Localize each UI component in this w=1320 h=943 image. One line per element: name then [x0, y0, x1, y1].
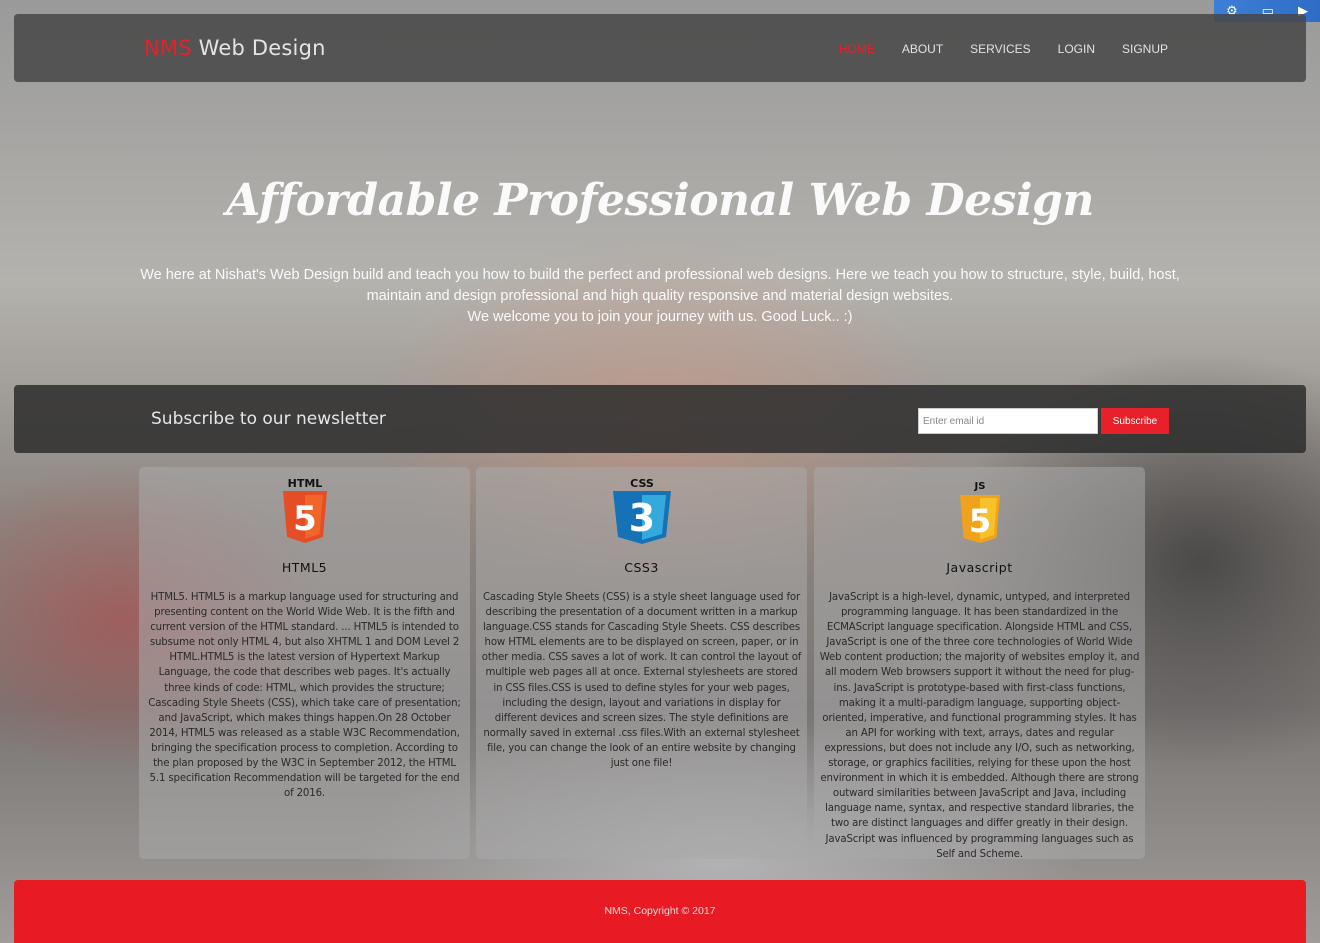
- card-title: Javascript: [946, 560, 1013, 575]
- card-html5: HTML 5 HTML5 HTML5. HTML5 is a markup la…: [139, 467, 470, 859]
- newsletter-label: Subscribe to our newsletter: [151, 409, 386, 429]
- svg-text:3: 3: [628, 496, 654, 540]
- hero-line-1: We here at Nishat's Web Design build and…: [140, 267, 1180, 304]
- js-shield-icon: JS 5: [957, 475, 1003, 549]
- card-css3: CSS 3 CSS3 Cascading Style Sheets (CSS) …: [476, 467, 807, 859]
- svg-text:CSS: CSS: [630, 477, 654, 490]
- card-title: CSS3: [624, 560, 659, 575]
- card-javascript: JS 5 Javascript JavaScript is a high-lev…: [814, 467, 1145, 860]
- svg-text:5: 5: [968, 502, 990, 540]
- css3-shield-icon: CSS 3: [610, 475, 674, 549]
- copyright-text: NMS, Copyright © 2017: [604, 905, 716, 917]
- card-text: Cascading Style Sheets (CSS) is a style …: [481, 592, 802, 770]
- top-navbar: NMS Web Design HOME ABOUT SERVICES LOGIN…: [14, 14, 1306, 82]
- brand-accent: NMS: [144, 36, 192, 60]
- brand-name: Web Design: [198, 36, 326, 60]
- hero-description: We here at Nishat's Web Design build and…: [130, 265, 1190, 328]
- brand-logo[interactable]: NMS Web Design: [144, 36, 326, 60]
- main-nav: HOME ABOUT SERVICES LOGIN SIGNUP: [812, 42, 1168, 56]
- nav-signup[interactable]: SIGNUP: [1122, 42, 1168, 56]
- email-input[interactable]: [918, 408, 1098, 434]
- subscribe-button[interactable]: Subscribe: [1101, 408, 1169, 434]
- svg-text:HTML: HTML: [287, 477, 322, 490]
- svg-text:JS: JS: [973, 481, 985, 492]
- nav-login[interactable]: LOGIN: [1058, 42, 1095, 56]
- card-text: HTML5. HTML5 is a markup language used f…: [148, 592, 461, 800]
- hero-title: Affordable Professional Web Design: [226, 175, 1094, 226]
- hero-line-2: We welcome you to join your journey with…: [467, 309, 853, 325]
- card-text: JavaScript is a high-level, dynamic, unt…: [819, 592, 1140, 860]
- nav-services[interactable]: SERVICES: [970, 42, 1030, 56]
- card-title: HTML5: [281, 560, 328, 575]
- footer: NMS, Copyright © 2017: [14, 880, 1306, 943]
- newsletter-bar: Subscribe to our newsletter Subscribe: [14, 385, 1306, 453]
- nav-about[interactable]: ABOUT: [902, 42, 943, 56]
- nav-home[interactable]: HOME: [839, 42, 875, 56]
- svg-text:5: 5: [293, 499, 317, 539]
- html5-shield-icon: HTML 5: [280, 475, 330, 549]
